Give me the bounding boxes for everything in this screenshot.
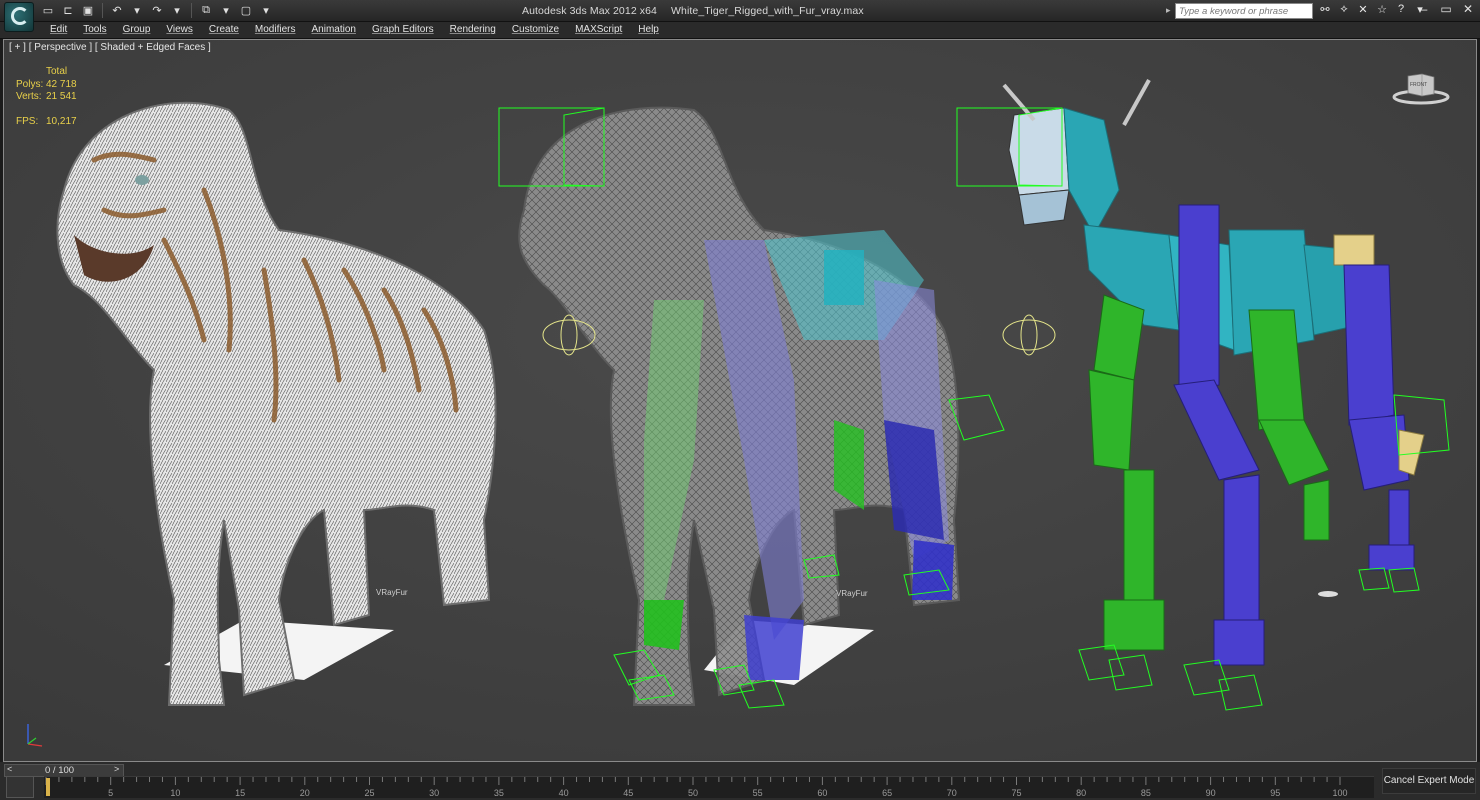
- menu-tools[interactable]: Tools: [75, 24, 114, 35]
- menu-group[interactable]: Group: [115, 24, 159, 35]
- save-file-icon[interactable]: ▣: [80, 3, 96, 18]
- frame-display: 0 / 100: [45, 765, 75, 776]
- tick-label: 5: [108, 788, 114, 798]
- vrayfur-label-1: VRayFur: [376, 588, 408, 597]
- tick-label: 95: [1270, 788, 1281, 798]
- tick-label: 65: [882, 788, 893, 798]
- title-bar: ▭ ⊏ ▣ ↶ ▾ ↷ ▾ ⧉ ▾ ▢ ▾ Autodesk 3ds Max 2…: [0, 0, 1480, 32]
- restore-icon[interactable]: ▭: [1440, 2, 1452, 18]
- open-file-icon[interactable]: ⊏: [60, 3, 76, 18]
- project-folder-icon[interactable]: ⧉: [198, 3, 214, 18]
- tick-label: 100: [1332, 788, 1348, 798]
- menu-animation[interactable]: Animation: [303, 24, 363, 35]
- tick-label: 85: [1140, 788, 1151, 798]
- help-icon[interactable]: ?: [1394, 3, 1408, 18]
- tick-label: 40: [558, 788, 569, 798]
- vrayfur-label-2: VRayFur: [836, 589, 868, 598]
- timeline-panel: < 0 / 100 > 5 10 15 20 25 30 35 40 45 50 55 60 65 70 7…: [0, 762, 1480, 800]
- statistics-overlay: Total Polys: 42 718 Verts: 21 541 FPS: 10,2…: [16, 66, 77, 128]
- tick-label: 10: [170, 788, 181, 798]
- search-input[interactable]: Type a keyword or phrase: [1175, 3, 1313, 19]
- expand-search-icon[interactable]: ▸: [1166, 5, 1171, 16]
- binoculars-icon[interactable]: ⚯: [1318, 3, 1332, 18]
- perspective-viewport[interactable]: VRayFur VRayFur [+] [Perspective] […: [3, 39, 1477, 762]
- verts-label: Verts:: [16, 91, 42, 102]
- app-name: Autodesk 3ds Max 2012 x64: [522, 5, 658, 17]
- fps-label: FPS:: [16, 115, 39, 127]
- key-filters-icon[interactable]: [6, 776, 34, 798]
- menu-modifiers[interactable]: Modifiers: [247, 24, 304, 35]
- menu-bar: Edit Tools Group Views Create Modifiers …: [0, 22, 1480, 39]
- customize-qat-icon[interactable]: ▾: [258, 3, 274, 18]
- fps-value: 10,217: [46, 115, 77, 127]
- viewport-label[interactable]: [ + ] [ Perspective ] [ Shaded + Edged F…: [9, 42, 211, 53]
- file-name: White_Tiger_Rigged_with_Fur_vray.max: [671, 5, 864, 17]
- tick-label: 60: [817, 788, 828, 798]
- track-bar[interactable]: 5 10 15 20 25 30 35 40 45 50 55 60 65 70 75 80 85 90 95 100: [44, 776, 1374, 798]
- tick-label: 75: [1011, 788, 1022, 798]
- workspace-icon[interactable]: ▢: [238, 3, 254, 18]
- dropdown-icon[interactable]: ▾: [218, 3, 234, 18]
- tick-label: 80: [1076, 788, 1087, 798]
- tick-label: 55: [752, 788, 763, 798]
- tick-label: 35: [493, 788, 504, 798]
- quick-access-toolbar: ▭ ⊏ ▣ ↶ ▾ ↷ ▾ ⧉ ▾ ▢ ▾: [40, 3, 274, 18]
- viewcube-face-label: FRONT: [1410, 82, 1427, 88]
- tick-label: 25: [364, 788, 375, 798]
- tick-label: 70: [946, 788, 957, 798]
- ground-marker: [1318, 591, 1338, 597]
- current-frame-marker[interactable]: [46, 778, 50, 796]
- subscription-icon[interactable]: ⟡: [1337, 3, 1351, 18]
- redo-icon[interactable]: ↷: [149, 3, 165, 18]
- undo-icon[interactable]: ↶: [109, 3, 125, 18]
- stats-header: Total: [46, 66, 68, 77]
- viewcube-icon[interactable]: FRONT: [1392, 68, 1450, 106]
- tick-label: 90: [1205, 788, 1216, 798]
- communication-center-icon[interactable]: ✕: [1356, 3, 1370, 18]
- tick-label: 20: [299, 788, 310, 798]
- time-slider-next[interactable]: >: [114, 764, 119, 774]
- application-button[interactable]: [4, 2, 34, 32]
- tick-label: 50: [687, 788, 699, 798]
- menu-help[interactable]: Help: [630, 24, 667, 35]
- minimize-icon[interactable]: –: [1418, 2, 1430, 18]
- time-slider-prev[interactable]: <: [7, 764, 12, 774]
- close-icon[interactable]: ✕: [1462, 2, 1474, 18]
- menu-graph-editors[interactable]: Graph Editors: [364, 24, 442, 35]
- tick-label: 45: [623, 788, 634, 798]
- undo-dropdown-icon[interactable]: ▾: [129, 3, 145, 18]
- polys-label: Polys:: [16, 78, 44, 90]
- axis-tripod-icon: [27, 724, 43, 747]
- verts-count: 21 541: [46, 91, 77, 102]
- tick-label: 15: [235, 788, 246, 798]
- menu-rendering[interactable]: Rendering: [442, 24, 504, 35]
- polys-count: 42 718: [46, 78, 77, 90]
- menu-customize[interactable]: Customize: [504, 24, 567, 35]
- favorites-star-icon[interactable]: ☆: [1375, 3, 1389, 18]
- menu-maxscript[interactable]: MAXScript: [567, 24, 630, 35]
- window-title: Autodesk 3ds Max 2012 x64 White_Tiger_Rig…: [522, 5, 864, 17]
- redo-dropdown-icon[interactable]: ▾: [169, 3, 185, 18]
- new-file-icon[interactable]: ▭: [40, 3, 56, 18]
- tick-label: 30: [429, 788, 440, 798]
- cancel-expert-mode-button[interactable]: Cancel Expert Mode: [1382, 768, 1476, 794]
- scene-render: VRayFur VRayFur: [4, 40, 1476, 761]
- menu-views[interactable]: Views: [158, 24, 201, 35]
- menu-create[interactable]: Create: [201, 24, 247, 35]
- menu-edit[interactable]: Edit: [42, 24, 75, 35]
